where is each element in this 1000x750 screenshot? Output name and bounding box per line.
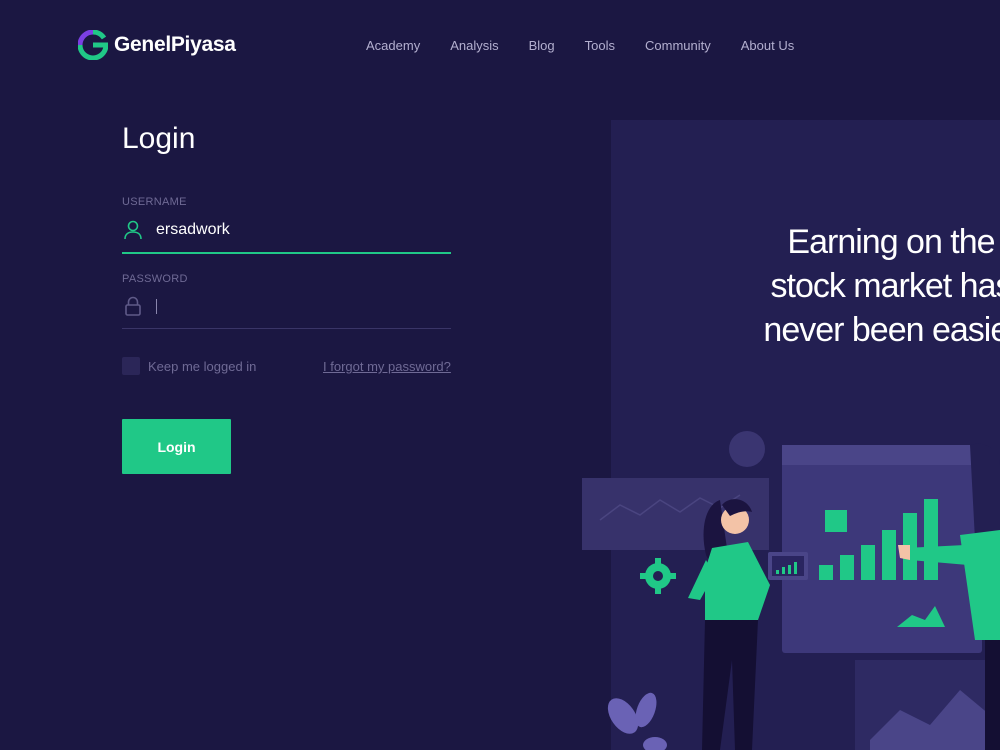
keep-logged-in-checkbox[interactable] <box>122 357 140 375</box>
password-label: PASSWORD <box>122 273 188 285</box>
hero-heading-line: Earning on the <box>787 223 995 261</box>
logo-icon <box>78 30 108 60</box>
nav-blog[interactable]: Blog <box>529 38 555 53</box>
password-field <box>122 286 451 326</box>
login-button[interactable]: Login <box>122 419 231 474</box>
lock-icon <box>125 296 141 316</box>
login-title: Login <box>122 122 196 155</box>
nav-tools[interactable]: Tools <box>585 38 615 53</box>
password-input[interactable] <box>156 297 446 315</box>
username-field <box>122 210 451 250</box>
username-underline <box>122 252 451 254</box>
hero-heading: Earning on the stock market has never be… <box>741 220 1000 352</box>
brand-name: GenelPiyasa <box>114 33 236 56</box>
hero-panel: Earning on the stock market has never be… <box>611 120 1000 750</box>
keep-logged-in-label[interactable]: Keep me logged in <box>148 359 256 374</box>
user-icon <box>124 220 142 240</box>
nav-about-us[interactable]: About Us <box>741 38 794 53</box>
forgot-password-link[interactable]: I forgot my password? <box>323 359 451 374</box>
nav-community[interactable]: Community <box>645 38 711 53</box>
username-label: USERNAME <box>122 196 187 208</box>
hero-heading-line: stock market has <box>770 267 1000 305</box>
password-underline <box>122 328 451 329</box>
username-input[interactable] <box>156 221 436 239</box>
main-nav: Academy Analysis Blog Tools Community Ab… <box>366 38 824 53</box>
nav-academy[interactable]: Academy <box>366 38 420 53</box>
nav-analysis[interactable]: Analysis <box>450 38 498 53</box>
brand-logo[interactable]: GenelPiyasa <box>78 30 236 60</box>
hero-heading-line: never been easier <box>763 311 1000 349</box>
